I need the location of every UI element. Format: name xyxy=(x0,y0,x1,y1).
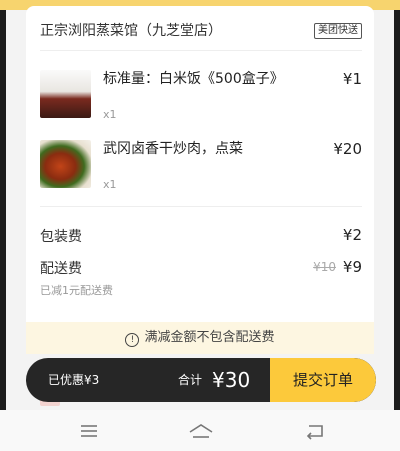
back-icon[interactable] xyxy=(304,422,326,440)
rice-image xyxy=(40,70,91,118)
order-item[interactable]: 武冈卤香干炒肉，点菜 x1 ¥20 xyxy=(40,140,362,200)
item-qty: x1 xyxy=(103,178,117,191)
total-label: 合计 xyxy=(178,373,203,387)
stirfry-image xyxy=(40,140,91,188)
delivery-fee-value: ¥9 xyxy=(342,258,362,276)
order-item[interactable]: 标准量：白米饭《500盒子》 x1 ¥1 xyxy=(40,70,362,130)
item-qty: x1 xyxy=(103,108,117,121)
device-frame-left xyxy=(0,0,6,451)
home-icon[interactable] xyxy=(188,422,214,440)
delivery-discount-note: 已减1元配送费 xyxy=(40,284,113,297)
delivery-badge: 美团快送 xyxy=(314,23,362,39)
divider xyxy=(40,206,362,207)
divider xyxy=(40,50,362,51)
shop-name: 正宗浏阳蒸菜馆（九芝堂店） xyxy=(40,23,222,39)
item-price: ¥20 xyxy=(333,140,362,158)
delivery-fee-original: ¥10 xyxy=(313,260,336,274)
total-value: ¥30 xyxy=(212,368,251,392)
saved-amount: 已优惠¥3 xyxy=(48,373,100,387)
discount-notice: ! 满减金额不包含配送费 xyxy=(0,322,400,354)
item-title: 武冈卤香干炒肉，点菜 xyxy=(103,141,243,157)
packing-fee-row: 包装费 ¥2 xyxy=(40,226,362,246)
item-price: ¥1 xyxy=(342,70,362,88)
notice-text: 满减金额不包含配送费 xyxy=(144,330,275,345)
menu-icon[interactable] xyxy=(78,422,100,440)
system-nav-bar xyxy=(0,410,400,451)
submit-order-button[interactable]: 提交订单 xyxy=(270,358,376,402)
device-frame-right xyxy=(394,0,400,451)
info-icon: ! xyxy=(125,333,140,347)
shop-row[interactable]: 正宗浏阳蒸菜馆（九芝堂店） 美团快送 xyxy=(40,20,362,42)
order-card: 正宗浏阳蒸菜馆（九芝堂店） 美团快送 标准量：白米饭《500盒子》 x1 ¥1 … xyxy=(26,6,374,336)
packing-fee-label: 包装费 xyxy=(40,229,82,245)
packing-fee-value: ¥2 xyxy=(342,226,362,244)
delivery-fee-row: 配送费 ¥10 ¥9 xyxy=(40,258,362,278)
item-title: 标准量：白米饭《500盒子》 xyxy=(103,71,284,87)
delivery-fee-label: 配送费 xyxy=(40,261,82,277)
checkout-bar: 已优惠¥3 合计 ¥30 提交订单 xyxy=(26,358,376,402)
